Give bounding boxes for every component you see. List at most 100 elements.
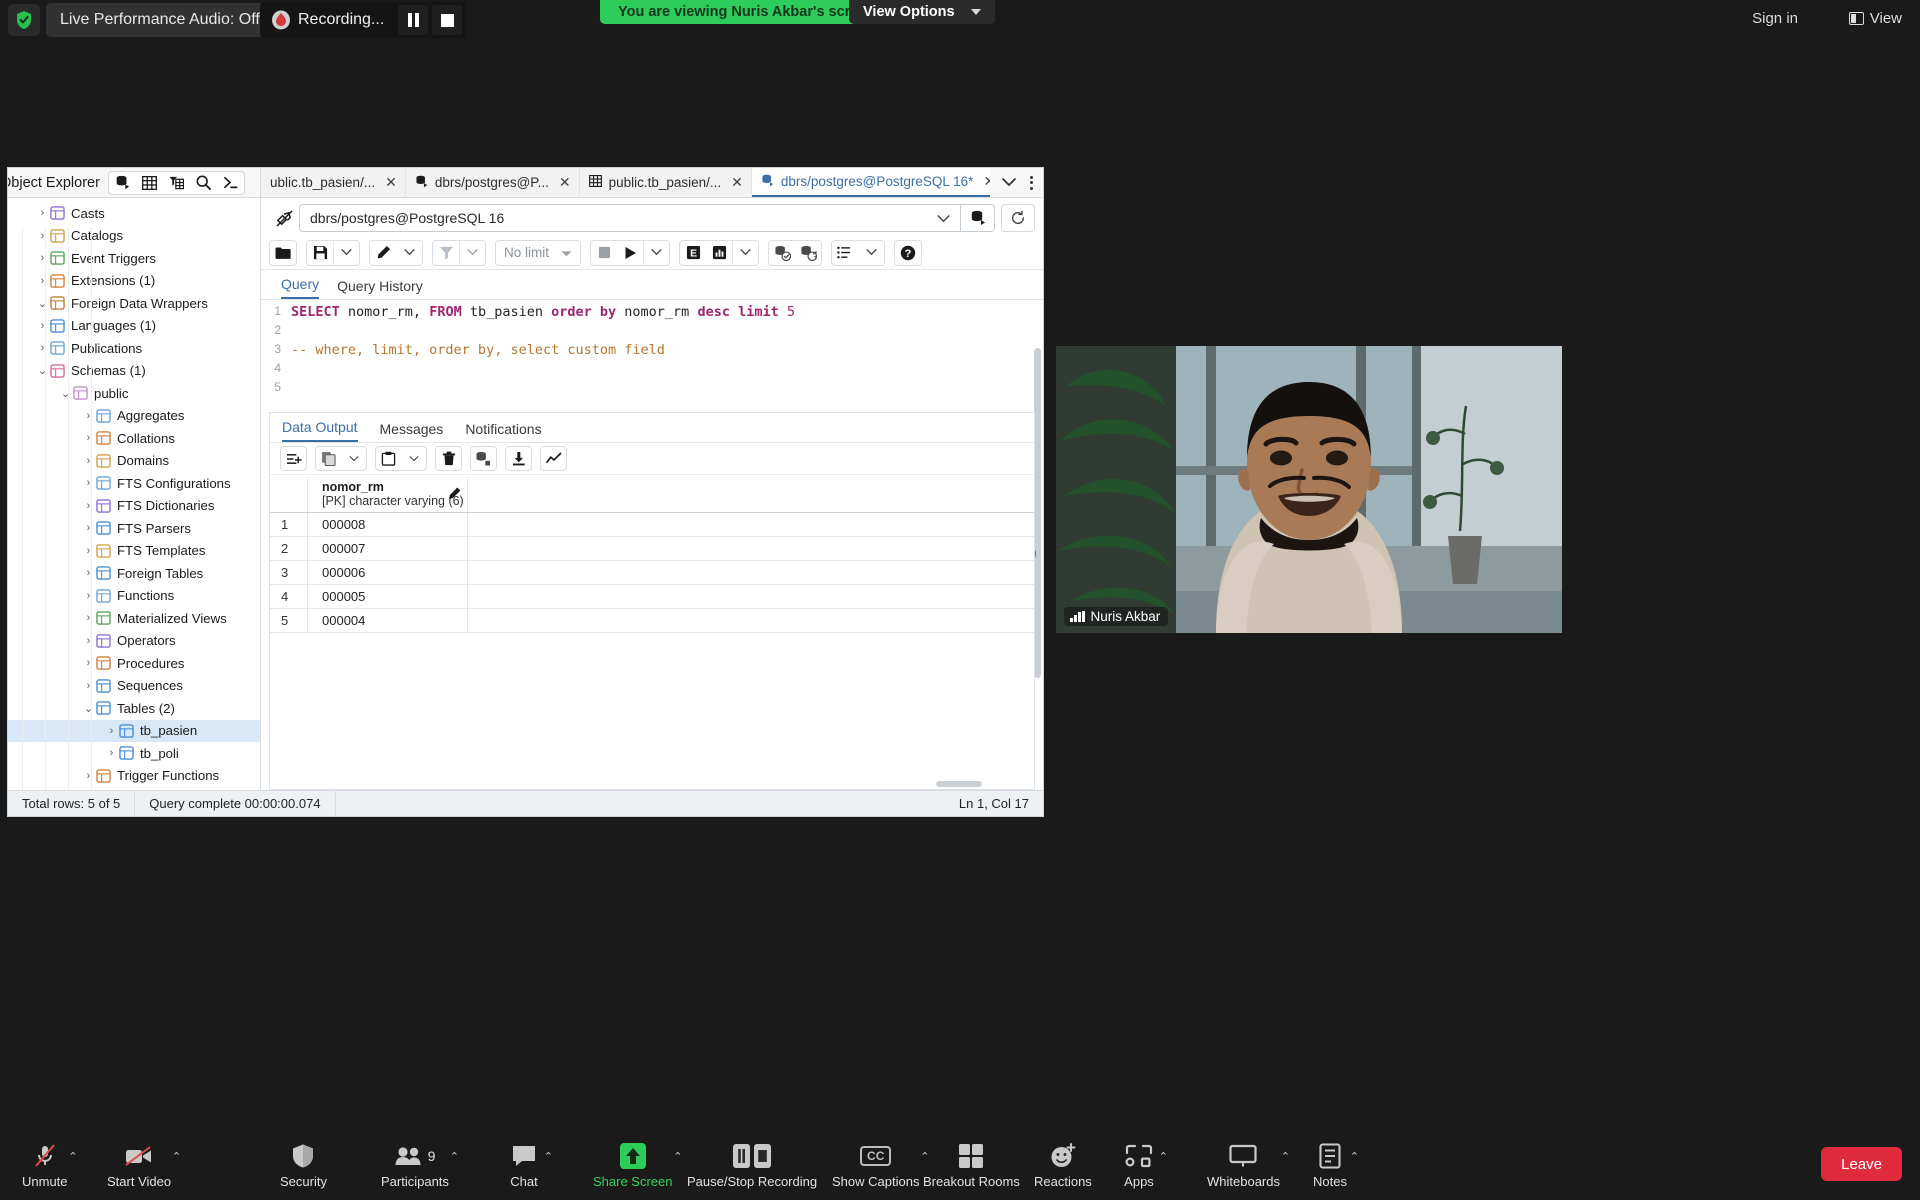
zoom-control-pause-stop-recording[interactable]: Pause/Stop Recording xyxy=(679,1128,825,1200)
graph-visualiser-button[interactable] xyxy=(541,447,566,470)
chevron-down-icon[interactable] xyxy=(1002,175,1016,190)
chevron-right-icon[interactable]: › xyxy=(36,252,49,264)
zoom-control-notes[interactable]: Notes ⌃ xyxy=(1303,1128,1359,1200)
participant-video-tile[interactable]: Nuris Akbar xyxy=(1056,346,1562,633)
add-row-button[interactable] xyxy=(281,447,306,470)
chevron-right-icon[interactable]: › xyxy=(82,635,95,647)
chevron-right-icon[interactable]: › xyxy=(105,725,118,737)
leave-meeting-button[interactable]: Leave xyxy=(1821,1147,1902,1181)
grid-row[interactable]: 3 000006 xyxy=(270,561,1034,585)
close-icon[interactable]: ✕ xyxy=(559,174,571,191)
macros-options-caret[interactable] xyxy=(858,241,884,265)
terminal-icon[interactable] xyxy=(217,172,244,194)
editor-tab-0[interactable]: ublic.tb_pasien/... ✕ xyxy=(261,168,406,197)
editor-line[interactable]: 1 SELECT nomor_rm, FROM tb_pasien order b… xyxy=(261,304,1043,323)
editor-tab-1[interactable]: dbrs/postgres@P... ✕ xyxy=(405,168,580,197)
reset-layout-button[interactable] xyxy=(1001,204,1035,232)
sign-in-button[interactable]: Sign in xyxy=(1752,10,1798,27)
chevron-right-icon[interactable]: › xyxy=(36,320,49,332)
zoom-control-unmute[interactable]: Unmute ⌃ xyxy=(14,1128,78,1200)
edit-button[interactable] xyxy=(370,241,396,265)
chevron-down-icon[interactable]: ⌄ xyxy=(36,364,49,377)
zoom-control-security[interactable]: Security xyxy=(272,1128,335,1200)
sql-editor[interactable]: 1 SELECT nomor_rm, FROM tb_pasien order b… xyxy=(261,300,1043,400)
grid-row[interactable]: 1 000008 xyxy=(270,513,1034,537)
grid-column-header[interactable]: nomor_rm [PK] character varying (6) xyxy=(308,477,468,512)
grid-cell-nomor-rm[interactable]: 000006 xyxy=(308,561,468,584)
chevron-up-icon[interactable]: ⌃ xyxy=(1159,1150,1168,1163)
results-grid-hscrollbar[interactable] xyxy=(936,781,982,787)
zoom-control-reactions[interactable]: Reactions xyxy=(1026,1128,1100,1200)
row-limit-group[interactable]: No limit xyxy=(495,239,582,266)
paste-options-caret[interactable] xyxy=(401,447,426,470)
view-button[interactable]: View xyxy=(1848,10,1902,27)
chevron-down-icon[interactable]: ⌄ xyxy=(36,297,49,310)
chevron-right-icon[interactable]: › xyxy=(82,545,95,557)
copy-options-caret[interactable] xyxy=(341,447,366,470)
chevron-down-icon[interactable]: ⌄ xyxy=(59,387,72,400)
editor-line[interactable]: 4 xyxy=(261,361,1043,380)
new-connection-button[interactable] xyxy=(961,204,995,232)
chevron-up-icon[interactable]: ⌃ xyxy=(68,1150,77,1163)
execute-options-caret[interactable] xyxy=(643,240,669,265)
filter-table-icon[interactable] xyxy=(163,172,190,194)
grid-row[interactable]: 2 000007 xyxy=(270,537,1034,561)
editor-tab-2[interactable]: public.tb_pasien/... ✕ xyxy=(579,168,752,197)
close-icon[interactable]: ✕ xyxy=(731,174,743,191)
chevron-right-icon[interactable]: › xyxy=(82,432,95,444)
chevron-up-icon[interactable]: ⌃ xyxy=(544,1150,553,1163)
tab-notifications[interactable]: Notifications xyxy=(465,421,541,442)
chevron-right-icon[interactable]: › xyxy=(82,657,95,669)
chevron-right-icon[interactable]: › xyxy=(82,522,95,534)
grid-cell-nomor-rm[interactable]: 000008 xyxy=(308,513,468,536)
editor-line[interactable]: 5 xyxy=(261,380,1043,399)
server-icon[interactable] xyxy=(109,172,136,194)
stop-query-button[interactable] xyxy=(591,241,617,265)
zoom-control-participants[interactable]: 9 Participants ⌃ xyxy=(373,1128,459,1200)
chevron-down-icon[interactable]: ⌄ xyxy=(82,702,95,715)
save-file-button[interactable] xyxy=(307,241,333,265)
open-file-button[interactable] xyxy=(270,241,296,265)
live-performance-audio-pill[interactable]: Live Performance Audio: Off xyxy=(46,3,274,37)
explain-button[interactable]: E xyxy=(680,241,706,265)
pause-recording-button[interactable] xyxy=(398,5,429,35)
results-grid[interactable]: nomor_rm [PK] character varying (6) 1 00000… xyxy=(270,477,1034,771)
zoom-control-chat[interactable]: Chat ⌃ xyxy=(497,1128,553,1200)
kebab-menu-icon[interactable] xyxy=(1030,175,1033,190)
grid-row[interactable]: 5 000004 xyxy=(270,609,1034,633)
chevron-right-icon[interactable]: › xyxy=(82,590,95,602)
grid-row[interactable]: 4 000005 xyxy=(270,585,1034,609)
rollback-button[interactable] xyxy=(795,241,821,265)
editor-line[interactable]: 2 xyxy=(261,323,1043,342)
explain-analyze-button[interactable] xyxy=(706,241,732,265)
chevron-up-icon[interactable]: ⌃ xyxy=(172,1150,181,1163)
table-grid-icon[interactable] xyxy=(136,172,163,194)
zoom-control-start-video[interactable]: Start Video ⌃ xyxy=(99,1128,181,1200)
chevron-right-icon[interactable]: › xyxy=(82,410,95,422)
macros-button[interactable] xyxy=(832,241,858,265)
chevron-right-icon[interactable]: › xyxy=(82,500,95,512)
zoom-control-whiteboards[interactable]: Whiteboards ⌃ xyxy=(1199,1128,1290,1200)
chevron-right-icon[interactable]: › xyxy=(82,477,95,489)
tab-query[interactable]: Query xyxy=(281,276,320,299)
chevron-up-icon[interactable]: ⌃ xyxy=(1281,1150,1290,1163)
grid-cell-nomor-rm[interactable]: 000005 xyxy=(308,585,468,608)
grid-cell-nomor-rm[interactable]: 000004 xyxy=(308,609,468,632)
chevron-right-icon[interactable]: › xyxy=(36,207,49,219)
chevron-right-icon[interactable]: › xyxy=(82,455,95,467)
tree-item-casts[interactable]: › Casts xyxy=(8,202,260,225)
grid-cell-nomor-rm[interactable]: 000007 xyxy=(308,537,468,560)
chevron-right-icon[interactable]: › xyxy=(82,567,95,579)
help-button[interactable]: ? xyxy=(895,241,921,265)
delete-row-button[interactable] xyxy=(436,447,461,470)
chevron-up-icon[interactable]: ⌃ xyxy=(450,1150,459,1163)
chevron-right-icon[interactable]: › xyxy=(82,770,95,782)
tab-messages[interactable]: Messages xyxy=(380,421,444,442)
commit-button[interactable] xyxy=(769,241,795,265)
chevron-right-icon[interactable]: › xyxy=(82,612,95,624)
view-options-button[interactable]: View Options xyxy=(849,0,995,24)
zoom-control-share-screen[interactable]: Share Screen ⌃ xyxy=(585,1128,683,1200)
chevron-right-icon[interactable]: › xyxy=(36,230,49,242)
close-icon[interactable]: ✕ xyxy=(385,174,397,191)
chevron-right-icon[interactable]: › xyxy=(82,680,95,692)
